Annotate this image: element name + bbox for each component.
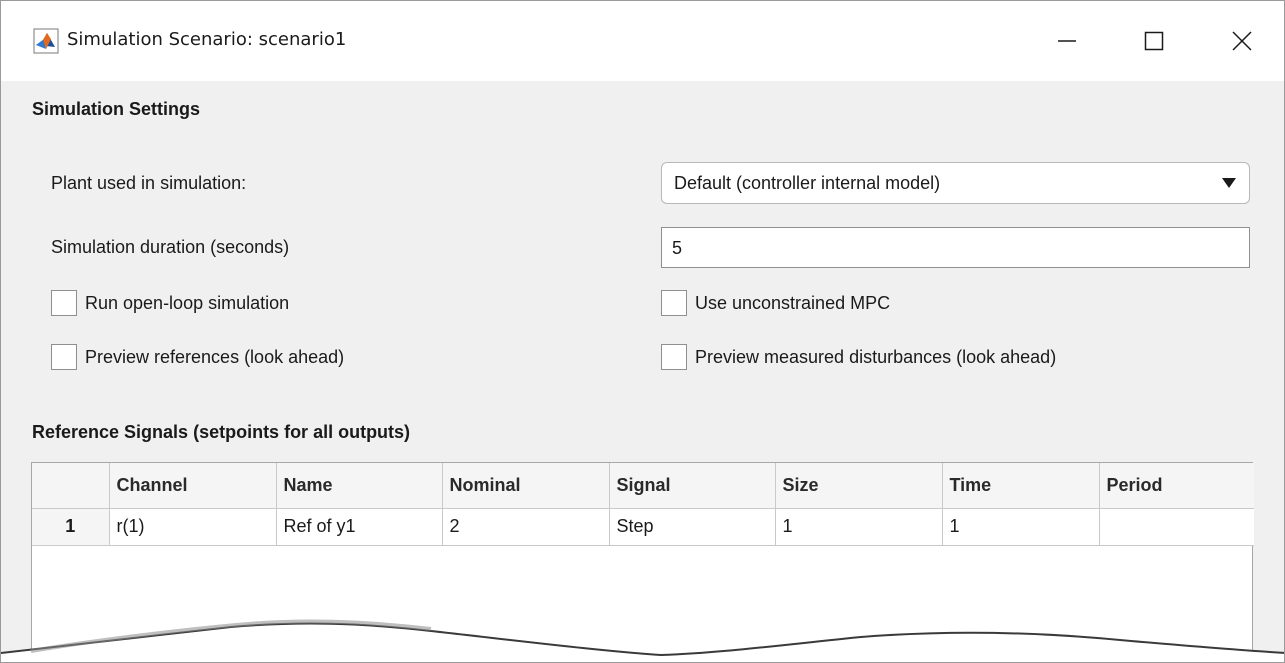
torn-edge-cutoff — [1, 619, 1284, 662]
column-header-period[interactable]: Period — [1099, 463, 1254, 509]
duration-input[interactable]: 5 — [661, 227, 1250, 268]
table-row[interactable]: 1 r(1) Ref of y1 2 Step 1 1 — [32, 508, 1254, 546]
duration-input-value: 5 — [672, 238, 683, 258]
minimize-icon — [1058, 40, 1076, 42]
open-loop-label: Run open-loop simulation — [85, 292, 290, 313]
preview-references-checkbox[interactable] — [51, 344, 77, 370]
simulation-settings-heading: Simulation Settings — [32, 99, 201, 119]
column-header-name[interactable]: Name — [276, 463, 443, 509]
duration-label: Simulation duration (seconds) — [51, 237, 290, 257]
window-title: Simulation Scenario: scenario1 — [67, 29, 347, 50]
cell-channel: r(1) — [109, 508, 277, 546]
row-number: 1 — [32, 508, 110, 546]
simulation-scenario-window: Simulation Scenario: scenario1 Simulatio… — [0, 0, 1285, 663]
unconstrained-mpc-checkbox[interactable] — [661, 290, 687, 316]
unconstrained-mpc-label: Use unconstrained MPC — [695, 292, 891, 313]
column-header-signal[interactable]: Signal — [609, 463, 776, 509]
column-header-channel[interactable]: Channel — [109, 463, 277, 509]
preview-references-label: Preview references (look ahead) — [85, 346, 345, 367]
cell-name[interactable]: Ref of y1 — [276, 508, 443, 546]
minimize-button[interactable] — [1044, 19, 1090, 63]
unconstrained-mpc-option[interactable]: Use unconstrained MPC — [661, 290, 890, 316]
open-loop-checkbox[interactable] — [51, 290, 77, 316]
preview-disturbances-label: Preview measured disturbances (look ahea… — [695, 346, 1057, 367]
preview-disturbances-option[interactable]: Preview measured disturbances (look ahea… — [661, 344, 1056, 370]
table-header-row: Channel Name Nominal Signal Size Time Pe… — [32, 463, 1254, 509]
cell-signal[interactable]: Step — [609, 508, 776, 546]
preview-disturbances-checkbox[interactable] — [661, 344, 687, 370]
plant-label: Plant used in simulation: — [51, 173, 247, 193]
open-loop-option[interactable]: Run open-loop simulation — [51, 290, 289, 316]
close-button[interactable] — [1219, 19, 1265, 63]
cell-time[interactable]: 1 — [942, 508, 1100, 546]
preview-references-option[interactable]: Preview references (look ahead) — [51, 344, 344, 370]
column-header-size[interactable]: Size — [775, 463, 943, 509]
plant-dropdown[interactable]: Default (controller internal model) — [661, 162, 1250, 204]
column-header-time[interactable]: Time — [942, 463, 1100, 509]
column-header-index — [32, 463, 110, 509]
reference-signals-heading: Reference Signals (setpoints for all out… — [32, 422, 411, 442]
maximize-icon — [1144, 31, 1164, 51]
title-bar[interactable]: Simulation Scenario: scenario1 — [1, 1, 1284, 81]
chevron-down-icon — [1222, 178, 1236, 188]
maximize-button[interactable] — [1131, 19, 1177, 63]
cell-period[interactable] — [1099, 508, 1254, 546]
column-header-nominal[interactable]: Nominal — [442, 463, 610, 509]
plant-dropdown-value: Default (controller internal model) — [674, 173, 941, 193]
cell-size[interactable]: 1 — [775, 508, 943, 546]
close-icon — [1232, 31, 1252, 51]
cell-nominal[interactable]: 2 — [442, 508, 610, 546]
matlab-icon — [33, 28, 59, 54]
